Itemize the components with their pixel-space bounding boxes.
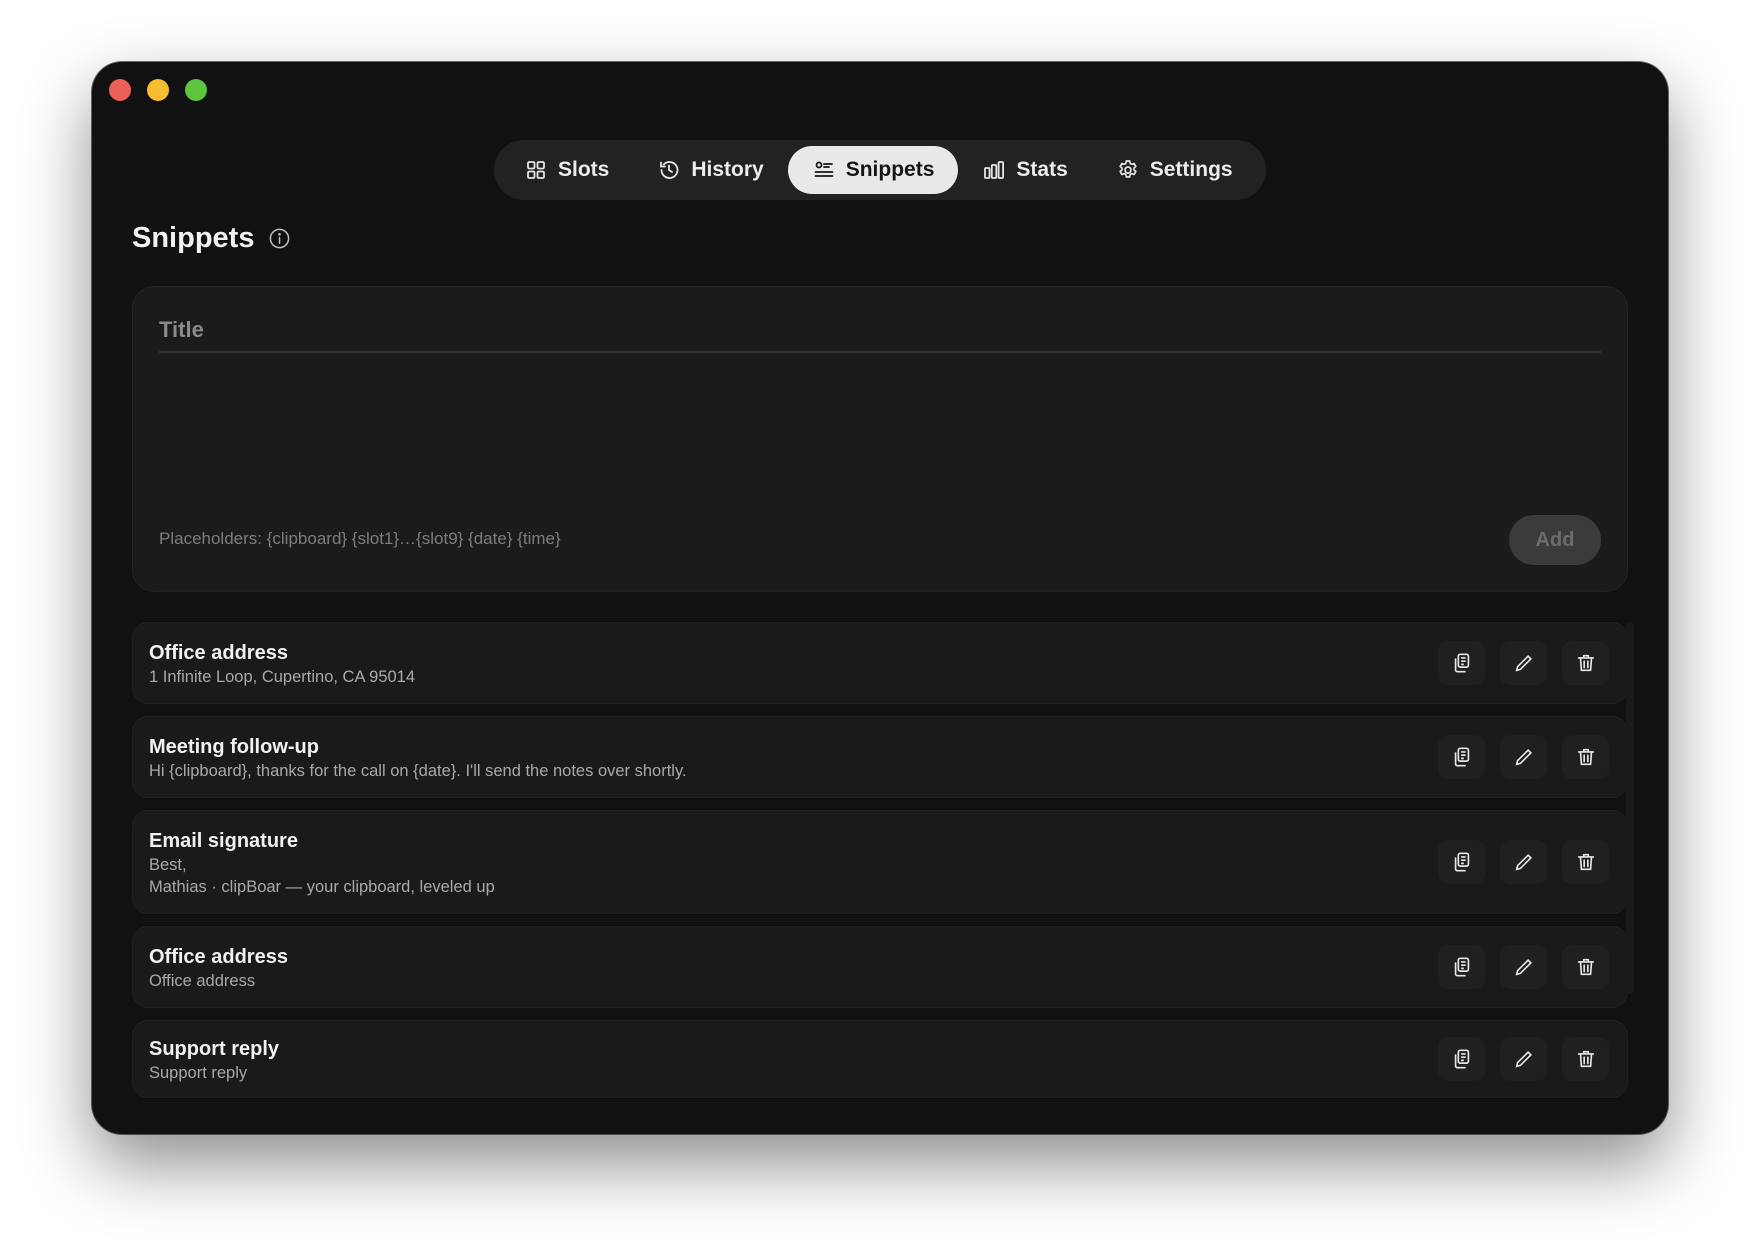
snippet-body-input[interactable] (159, 367, 1601, 507)
traffic-lights (109, 79, 207, 101)
page-header: Snippets (132, 222, 291, 255)
pencil-icon (1515, 1050, 1532, 1068)
row-actions (1438, 735, 1609, 779)
copy-icon (1454, 1049, 1469, 1069)
trash-icon (1577, 1050, 1594, 1068)
snippet-body: Office address (149, 972, 256, 990)
delete-snippet-button[interactable] (1562, 735, 1609, 779)
clock-history-icon (660, 161, 679, 179)
edit-snippet-button[interactable] (1500, 945, 1547, 989)
snippet-row[interactable]: Meeting follow-up Hi {clipboard}, thanks… (132, 716, 1628, 798)
placeholders-hint: Placeholders: {clipboard} {slot1}…{slot9… (159, 529, 561, 548)
snippet-text: Meeting follow-up Hi {clipboard}, thanks… (149, 735, 687, 782)
row-actions (1438, 1037, 1609, 1081)
pencil-icon (1515, 748, 1532, 766)
gear-icon (1119, 160, 1137, 178)
delete-snippet-button[interactable] (1562, 1037, 1609, 1081)
delete-snippet-button[interactable] (1562, 945, 1609, 989)
pencil-icon (1515, 853, 1532, 871)
copy-snippet-button[interactable] (1438, 735, 1485, 779)
snippet-row[interactable]: Support reply Support reply (132, 1020, 1628, 1098)
snippet-body: Best, Mathias · clipBoar — your clipboar… (149, 856, 495, 896)
snippet-text: Email signature Best, Mathias · clipBoar… (149, 829, 495, 898)
edit-snippet-button[interactable] (1500, 641, 1547, 685)
copy-snippet-button[interactable] (1438, 945, 1485, 989)
page-title: Snippets (132, 222, 255, 254)
snippet-row[interactable]: Office address 1 Infinite Loop, Cupertin… (132, 622, 1628, 704)
copy-icon (1454, 852, 1469, 872)
copy-snippet-button[interactable] (1438, 1037, 1485, 1081)
snippet-title: Office address (149, 642, 288, 664)
pencil-icon (1515, 958, 1532, 976)
copy-icon (1454, 957, 1469, 977)
tab-stats-label: Stats (1016, 158, 1068, 181)
copy-icon (1454, 747, 1469, 767)
copy-snippet-button[interactable] (1438, 641, 1485, 685)
snippet-body: Hi {clipboard}, thanks for the call on {… (149, 762, 687, 780)
tab-bar: Slots History Snippets Stats Settings (494, 140, 1266, 200)
snippet-title: Meeting follow-up (149, 736, 319, 758)
app-window: Slots History Snippets Stats Settings Sn… (92, 62, 1668, 1134)
snippet-title-input[interactable] (159, 309, 1601, 353)
tab-slots[interactable]: Slots (500, 146, 633, 194)
row-actions (1438, 945, 1609, 989)
snippet-title: Office address (149, 946, 288, 968)
add-snippet-button[interactable]: Add (1509, 515, 1601, 565)
edit-snippet-button[interactable] (1500, 735, 1547, 779)
delete-snippet-button[interactable] (1562, 641, 1609, 685)
trash-icon (1577, 853, 1594, 871)
snippet-title: Email signature (149, 830, 298, 852)
trash-icon (1577, 748, 1594, 766)
info-icon[interactable] (268, 227, 291, 250)
tab-stats[interactable]: Stats (958, 146, 1091, 194)
copy-icon (1454, 653, 1469, 673)
snippet-body: 1 Infinite Loop, Cupertino, CA 95014 (149, 668, 416, 686)
tab-settings-label: Settings (1149, 158, 1233, 181)
snippet-composer: Placeholders: {clipboard} {slot1}…{slot9… (132, 286, 1628, 592)
bar-chart-icon (984, 161, 1005, 179)
tab-settings[interactable]: Settings (1092, 146, 1257, 194)
grid-icon (527, 161, 545, 179)
snippet-row[interactable]: Office address Office address (132, 926, 1628, 1008)
snippet-text: Support reply Support reply (149, 1037, 279, 1084)
scrollbar-track[interactable] (1626, 622, 1634, 994)
trash-icon (1577, 654, 1594, 672)
tab-slots-label: Slots (558, 158, 610, 181)
tab-history[interactable]: History (633, 146, 787, 194)
tab-snippets-label: Snippets (845, 158, 935, 181)
pencil-icon (1515, 654, 1532, 672)
snippet-title: Support reply (149, 1038, 280, 1060)
tab-snippets[interactable]: Snippets (787, 146, 959, 194)
snippet-text: Office address Office address (149, 945, 288, 992)
row-actions (1438, 641, 1609, 685)
snippet-list-icon (814, 161, 834, 177)
zoom-window-button[interactable] (185, 79, 207, 101)
trash-icon (1577, 958, 1594, 976)
close-window-button[interactable] (109, 79, 131, 101)
copy-snippet-button[interactable] (1438, 840, 1485, 884)
edit-snippet-button[interactable] (1500, 840, 1547, 884)
row-actions (1438, 840, 1609, 884)
tab-history-label: History (691, 158, 764, 181)
edit-snippet-button[interactable] (1500, 1037, 1547, 1081)
snippet-row[interactable]: Email signature Best, Mathias · clipBoar… (132, 810, 1628, 914)
snippet-text: Office address 1 Infinite Loop, Cupertin… (149, 641, 415, 688)
minimize-window-button[interactable] (147, 79, 169, 101)
snippet-body: Support reply (149, 1064, 248, 1082)
delete-snippet-button[interactable] (1562, 840, 1609, 884)
